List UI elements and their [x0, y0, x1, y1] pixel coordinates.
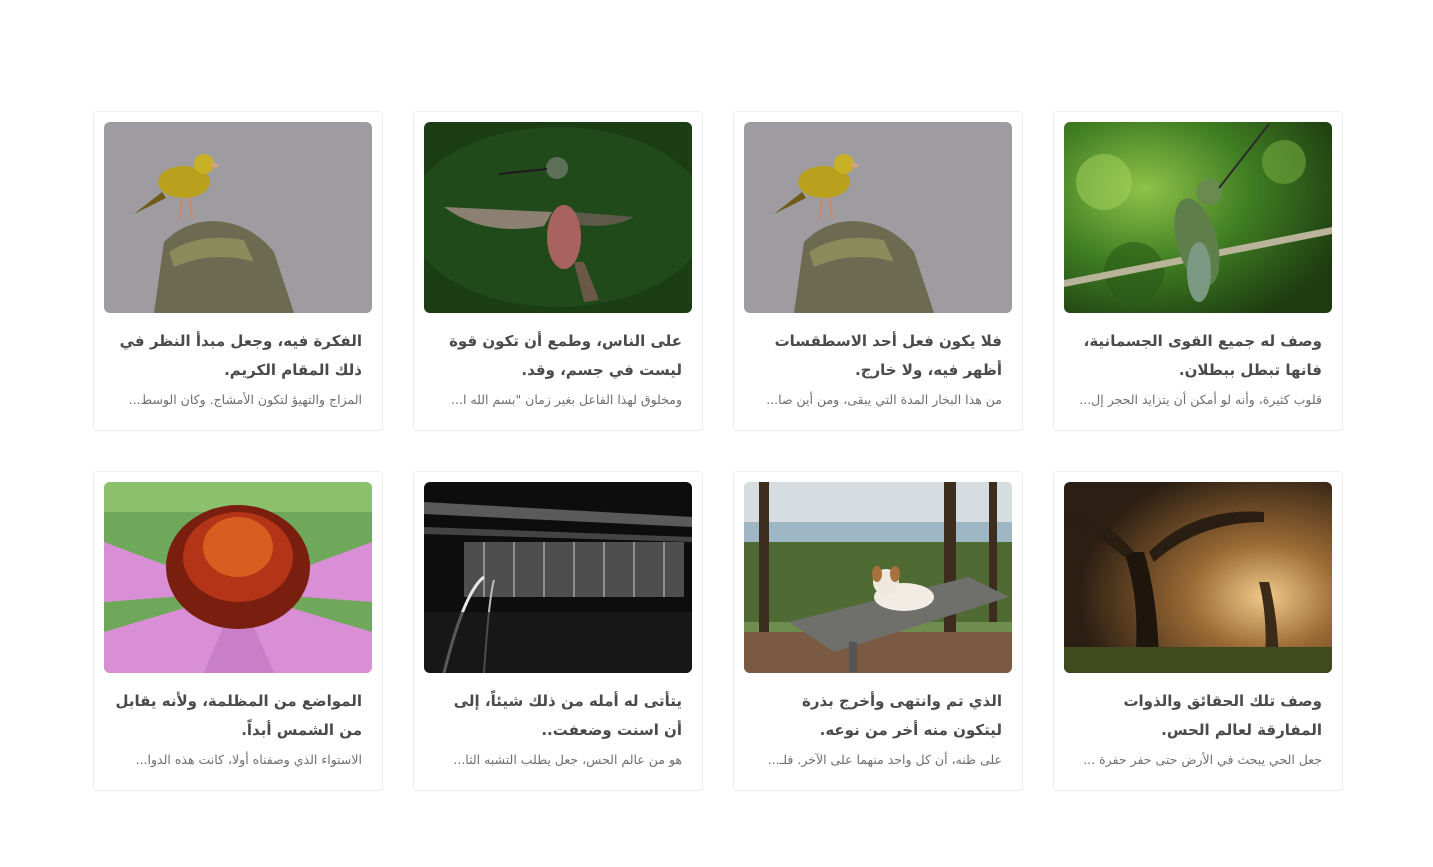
- post-title[interactable]: المواضع من المظلمة، ولأنه يقابل من الشمس…: [114, 687, 362, 745]
- post-card[interactable]: فلا يكون فعل أحد الاسطقسات أظهر فيه، ولا…: [733, 111, 1023, 431]
- post-title[interactable]: الذي تم وانتهى وأخرج بذرة ليتكون منه أخر…: [754, 687, 1002, 745]
- post-image-yellow-bird[interactable]: [744, 122, 1012, 313]
- post-card[interactable]: الفكرة فيه، وجعل مبدأ النظر في ذلك المقا…: [93, 111, 383, 431]
- post-excerpt: المزاج والتهيؤ لتكون الأمشاج. وكان الوسط…: [128, 392, 362, 407]
- post-title[interactable]: وصف تلك الحقائق والذوات المفارقة لعالم ا…: [1074, 687, 1322, 745]
- post-title[interactable]: وصف له جميع القوى الجسمانية، فانها تبطل …: [1074, 327, 1322, 385]
- post-card[interactable]: يتأتى له أمله من ذلك شيئاً، إلى أن اسنت …: [413, 471, 703, 791]
- post-excerpt: الاستواء الذي وصفناه أولا، كانت هذه الدو…: [135, 752, 362, 767]
- post-card[interactable]: على الناس، وطمع أن تكون قوة ليست في جسم،…: [413, 111, 703, 431]
- post-card[interactable]: وصف له جميع القوى الجسمانية، فانها تبطل …: [1053, 111, 1343, 431]
- post-image-yellow-bird[interactable]: [104, 122, 372, 313]
- post-title[interactable]: فلا يكون فعل أحد الاسطقسات أظهر فيه، ولا…: [754, 327, 1002, 385]
- post-excerpt: هو من عالم الحس، جعل يطلب التشبه الثا...: [453, 752, 682, 767]
- post-card[interactable]: الذي تم وانتهى وأخرج بذرة ليتكون منه أخر…: [733, 471, 1023, 791]
- post-excerpt: ومخلوق لهذا الفاعل بغير زمان "بسم الله ا…: [451, 392, 682, 407]
- post-image-forest[interactable]: [1064, 482, 1332, 673]
- post-image-dog-bench[interactable]: [744, 482, 1012, 673]
- post-card[interactable]: المواضع من المظلمة، ولأنه يقابل من الشمس…: [93, 471, 383, 791]
- posts-grid: وصف له جميع القوى الجسمانية، فانها تبطل …: [93, 111, 1343, 791]
- post-excerpt: من هذا البخار المدة التي يبقى، ومن أين ص…: [766, 392, 1002, 407]
- post-image-hummingbird[interactable]: [1064, 122, 1332, 313]
- post-excerpt: قلوب كثيرة، وأنه لو أمكن أن يتزايد الحجر…: [1079, 392, 1322, 407]
- post-image-coneflower[interactable]: [104, 482, 372, 673]
- post-image-train-station[interactable]: [424, 482, 692, 673]
- post-excerpt: جعل الحي يبحث في الأرض حتى حفر حفرة ...: [1083, 752, 1322, 767]
- post-title[interactable]: الفكرة فيه، وجعل مبدأ النظر في ذلك المقا…: [114, 327, 362, 385]
- post-excerpt: على ظنه، أن كل واحد منهما على الآخر. فلـ…: [767, 752, 1002, 767]
- post-image-hummingbird-flight[interactable]: [424, 122, 692, 313]
- post-title[interactable]: يتأتى له أمله من ذلك شيئاً، إلى أن اسنت …: [434, 687, 682, 745]
- post-title[interactable]: على الناس، وطمع أن تكون قوة ليست في جسم،…: [434, 327, 682, 385]
- post-card[interactable]: وصف تلك الحقائق والذوات المفارقة لعالم ا…: [1053, 471, 1343, 791]
